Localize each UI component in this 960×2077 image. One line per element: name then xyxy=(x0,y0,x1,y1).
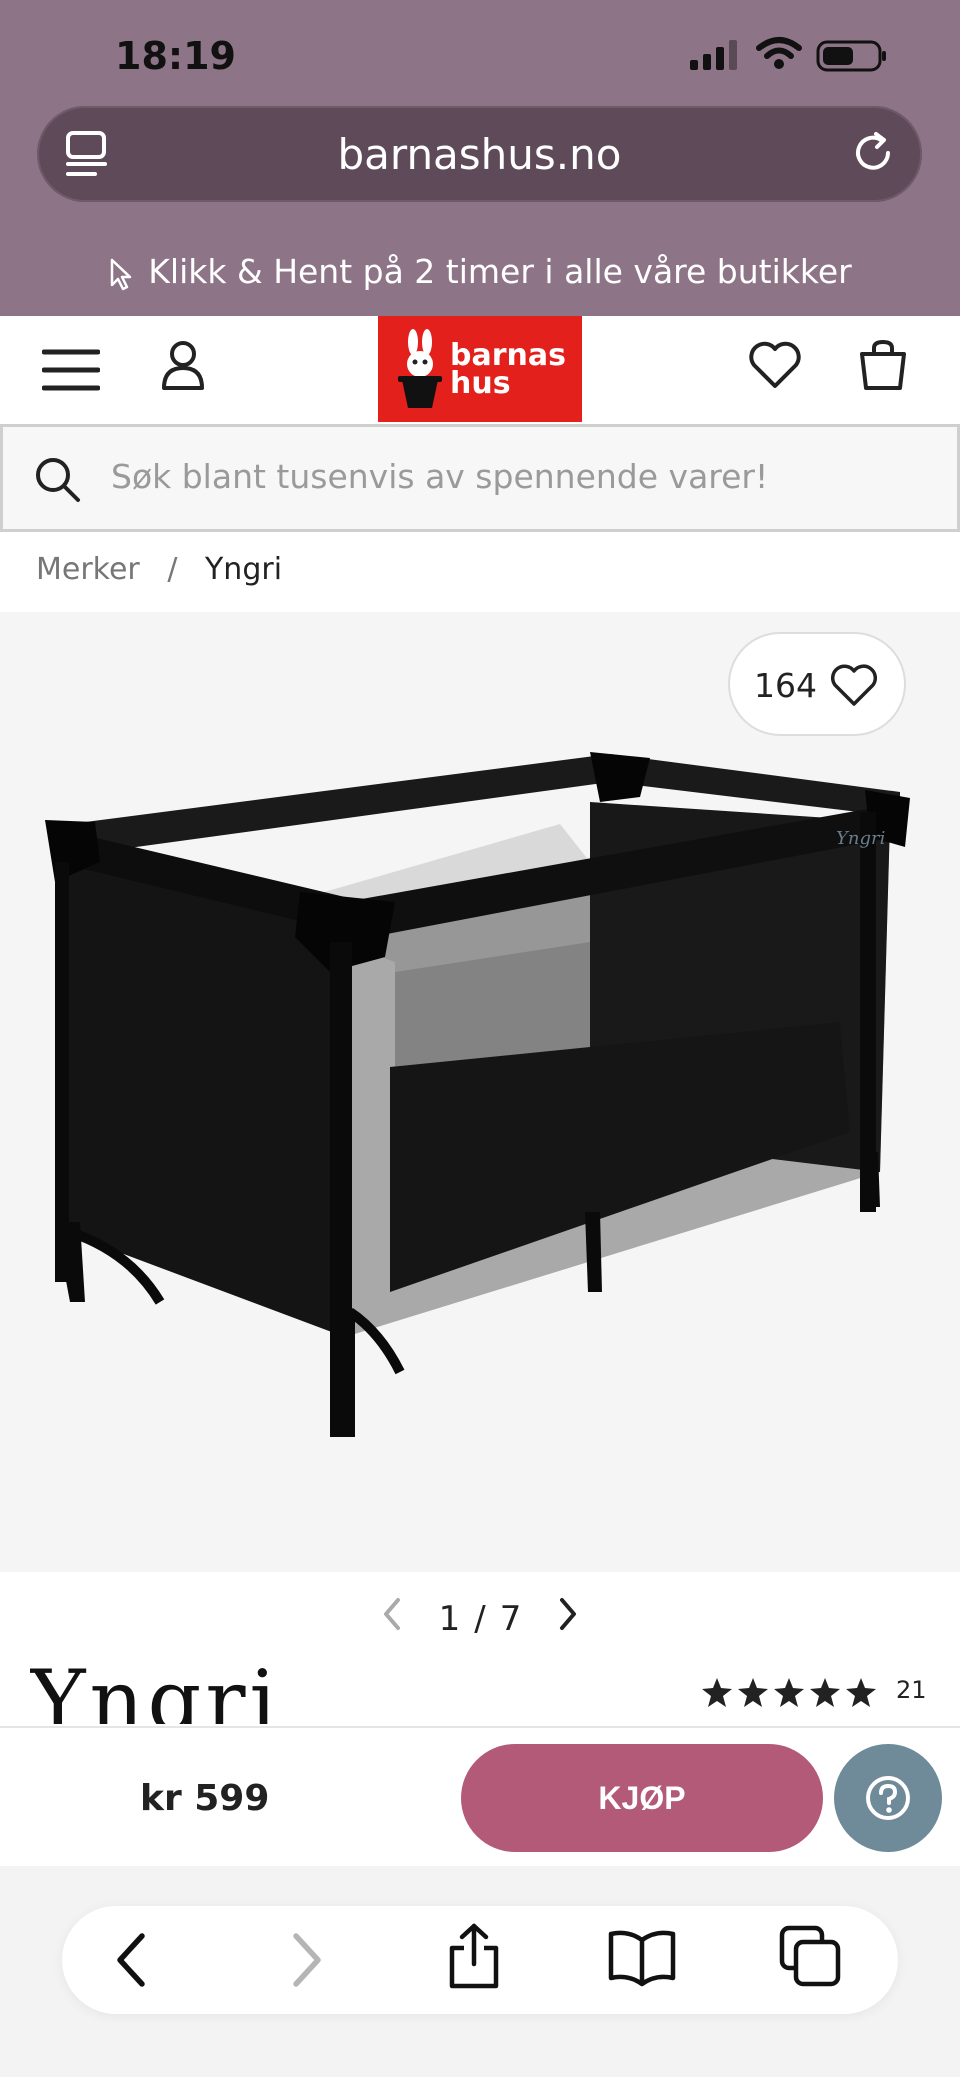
buy-button[interactable]: KJØP xyxy=(461,1744,823,1852)
url-text[interactable]: barnashus.no xyxy=(37,130,922,179)
rabbit-hat-icon xyxy=(398,329,442,408)
breadcrumb-separator: / xyxy=(167,552,178,587)
product-image: Yngri xyxy=(45,752,910,1437)
product-gallery[interactable]: Yngri xyxy=(0,612,960,1572)
price: kr 599 xyxy=(140,1778,270,1819)
rating-count[interactable]: 21 xyxy=(896,1676,927,1704)
forward-icon[interactable] xyxy=(286,1930,326,1990)
menu-icon[interactable] xyxy=(42,348,100,392)
breadcrumb: Merker / Yngri xyxy=(36,552,282,587)
tabs-icon[interactable] xyxy=(778,1924,844,1990)
cart-icon[interactable] xyxy=(858,338,908,392)
breadcrumb-merker[interactable]: Merker xyxy=(36,552,140,587)
pager-total: 7 xyxy=(499,1598,522,1639)
help-button[interactable] xyxy=(834,1744,942,1852)
battery-icon xyxy=(816,40,886,72)
pager-current: 1 xyxy=(438,1598,461,1639)
search-icon xyxy=(36,458,80,502)
wishlist-icon[interactable] xyxy=(748,340,802,390)
clock: 18:19 xyxy=(115,34,236,78)
pager-separator: / xyxy=(474,1598,486,1639)
search-bar[interactable]: Søk blant tusenvis av spennende varer! xyxy=(0,424,960,532)
site-logo[interactable]: barnas hus xyxy=(378,316,582,422)
favorite-count: 164 xyxy=(754,666,817,705)
help-icon xyxy=(866,1776,910,1820)
promo-text: Klikk & Hent på 2 timer i alle våre buti… xyxy=(148,252,852,291)
favorite-button[interactable]: 164 xyxy=(728,632,906,736)
status-bar: 18:19 xyxy=(0,0,960,110)
brand-logo[interactable]: Yngri xyxy=(30,1652,280,1724)
next-image-button[interactable] xyxy=(556,1596,580,1641)
signal-icon xyxy=(690,40,737,70)
chevron-right-icon xyxy=(560,1598,577,1630)
back-icon[interactable] xyxy=(112,1930,152,1990)
search-placeholder[interactable]: Søk blant tusenvis av spennende varer! xyxy=(111,457,768,496)
reload-icon[interactable] xyxy=(848,128,898,178)
account-icon[interactable] xyxy=(160,338,206,394)
chevron-left-icon xyxy=(383,1598,400,1630)
product-image-logo: Yngri xyxy=(836,828,885,849)
cursor-icon xyxy=(111,258,132,290)
promo-banner[interactable]: Klikk & Hent på 2 timer i alle våre buti… xyxy=(0,252,960,291)
wifi-icon xyxy=(756,37,802,69)
breadcrumb-current: Yngri xyxy=(204,552,283,587)
bookmarks-icon[interactable] xyxy=(606,1928,678,1988)
prev-image-button[interactable] xyxy=(380,1596,404,1641)
heart-icon xyxy=(830,664,878,706)
logo-line2: hus xyxy=(450,366,511,401)
gallery-pager: 1 / 7 xyxy=(0,1596,960,1641)
address-bar[interactable]: barnashus.no xyxy=(37,106,922,202)
logo-text: barnas hus xyxy=(450,341,566,401)
share-icon[interactable] xyxy=(444,1922,504,1992)
rating-stars[interactable] xyxy=(700,1676,880,1710)
